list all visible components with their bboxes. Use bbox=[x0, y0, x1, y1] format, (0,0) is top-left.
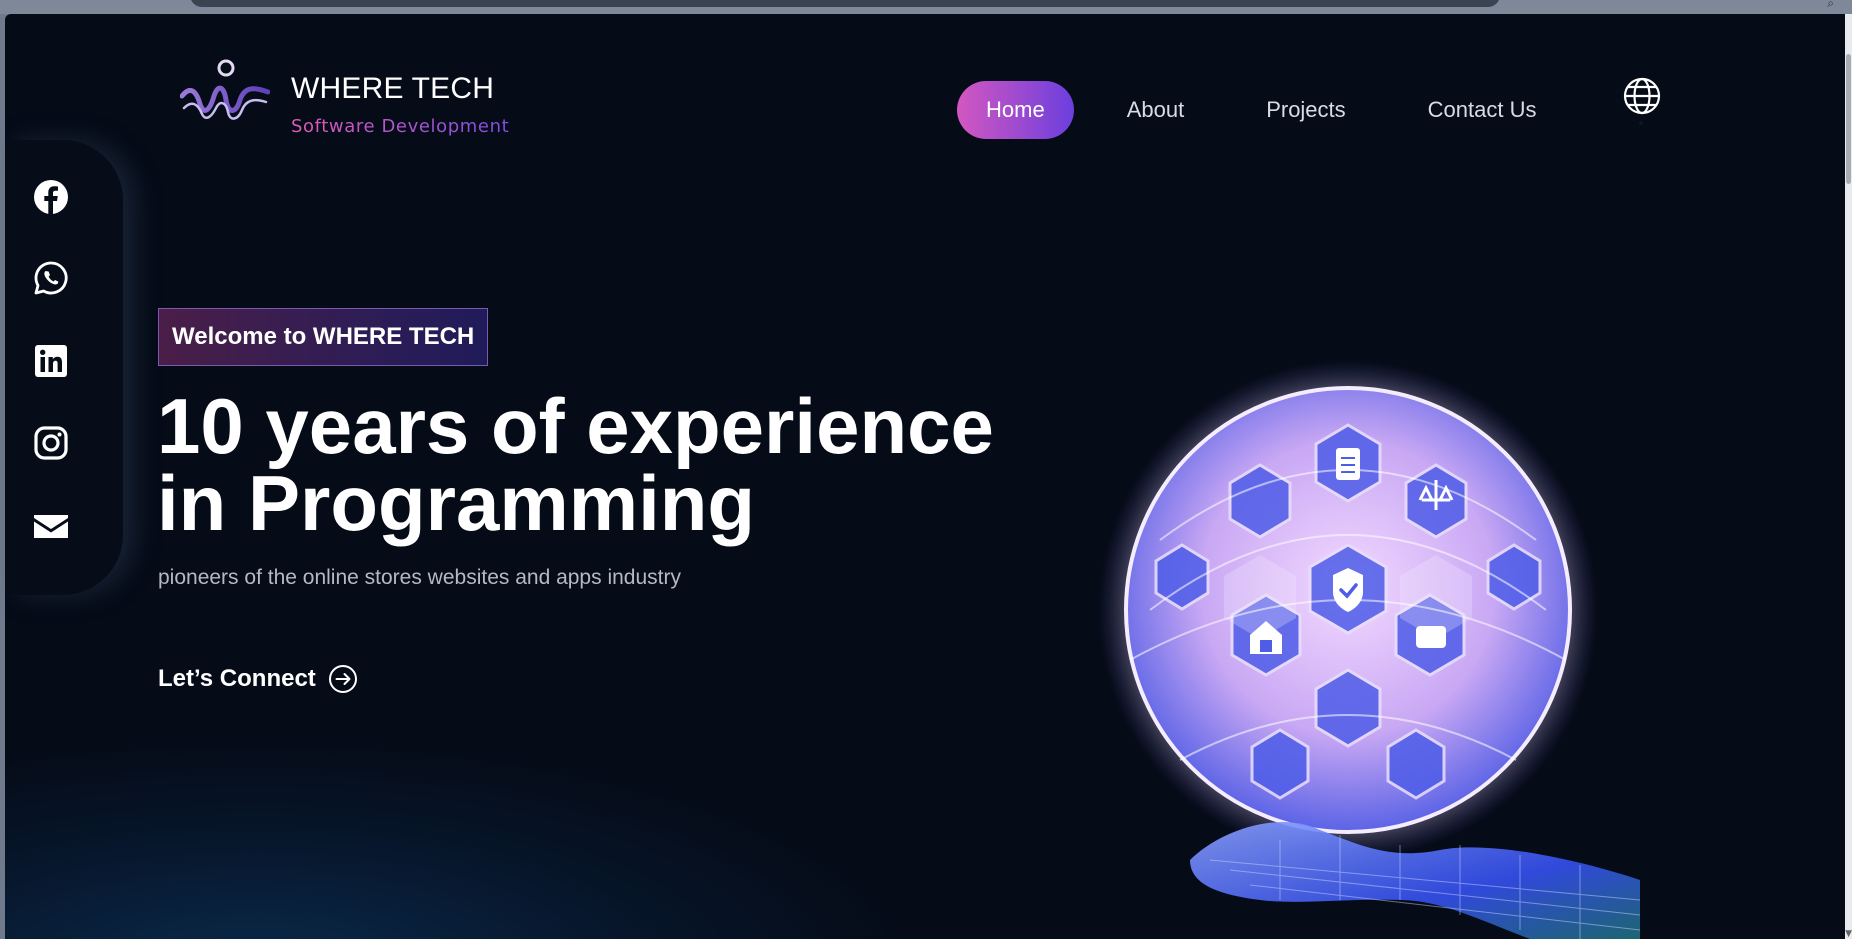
figure-wave-logo[interactable] bbox=[180, 56, 270, 128]
globe-icon[interactable] bbox=[1622, 76, 1662, 116]
nav-about[interactable]: About bbox=[1098, 81, 1214, 139]
main-nav: Home About Projects Contact Us bbox=[957, 80, 1566, 140]
mail-icon[interactable] bbox=[33, 508, 69, 544]
brand-title: WHERE TECH bbox=[291, 72, 495, 105]
arrow-circle-right-icon bbox=[328, 665, 357, 693]
scrollbar[interactable]: ▼ bbox=[1845, 14, 1852, 939]
nav-contact-us[interactable]: Contact Us bbox=[1399, 81, 1566, 139]
nav-home[interactable]: Home bbox=[957, 81, 1074, 139]
language-indicator-dot bbox=[1639, 121, 1643, 125]
hero-headline: 10 years of experience in Programming bbox=[157, 387, 1057, 542]
welcome-badge: Welcome to WHERE TECH bbox=[158, 308, 489, 366]
search-icon[interactable]: ⌕ bbox=[1827, 0, 1834, 11]
social-sidebar bbox=[5, 140, 123, 595]
facebook-icon[interactable] bbox=[33, 179, 69, 215]
headline-line-1: 10 years of experience bbox=[157, 382, 994, 470]
scrollbar-thumb[interactable] bbox=[1846, 54, 1851, 184]
hero-sphere-illustration bbox=[1098, 360, 1641, 939]
lets-connect-button[interactable]: Let’s Connect bbox=[158, 664, 358, 694]
lets-connect-label: Let’s Connect bbox=[158, 665, 316, 692]
whatsapp-icon[interactable] bbox=[33, 260, 69, 296]
browser-top-strip: ⌕ bbox=[0, 0, 1852, 14]
scroll-down-arrow-icon[interactable]: ▼ bbox=[1845, 929, 1852, 939]
linkedin-icon[interactable] bbox=[33, 343, 69, 379]
headline-line-2: in Programming bbox=[157, 459, 756, 547]
address-bar[interactable] bbox=[190, 0, 1500, 7]
instagram-icon[interactable] bbox=[33, 425, 69, 461]
brand-subtitle: Software Development bbox=[291, 116, 510, 137]
nav-projects[interactable]: Projects bbox=[1237, 81, 1374, 139]
hero-subtext: pioneers of the online stores websites a… bbox=[158, 566, 681, 589]
